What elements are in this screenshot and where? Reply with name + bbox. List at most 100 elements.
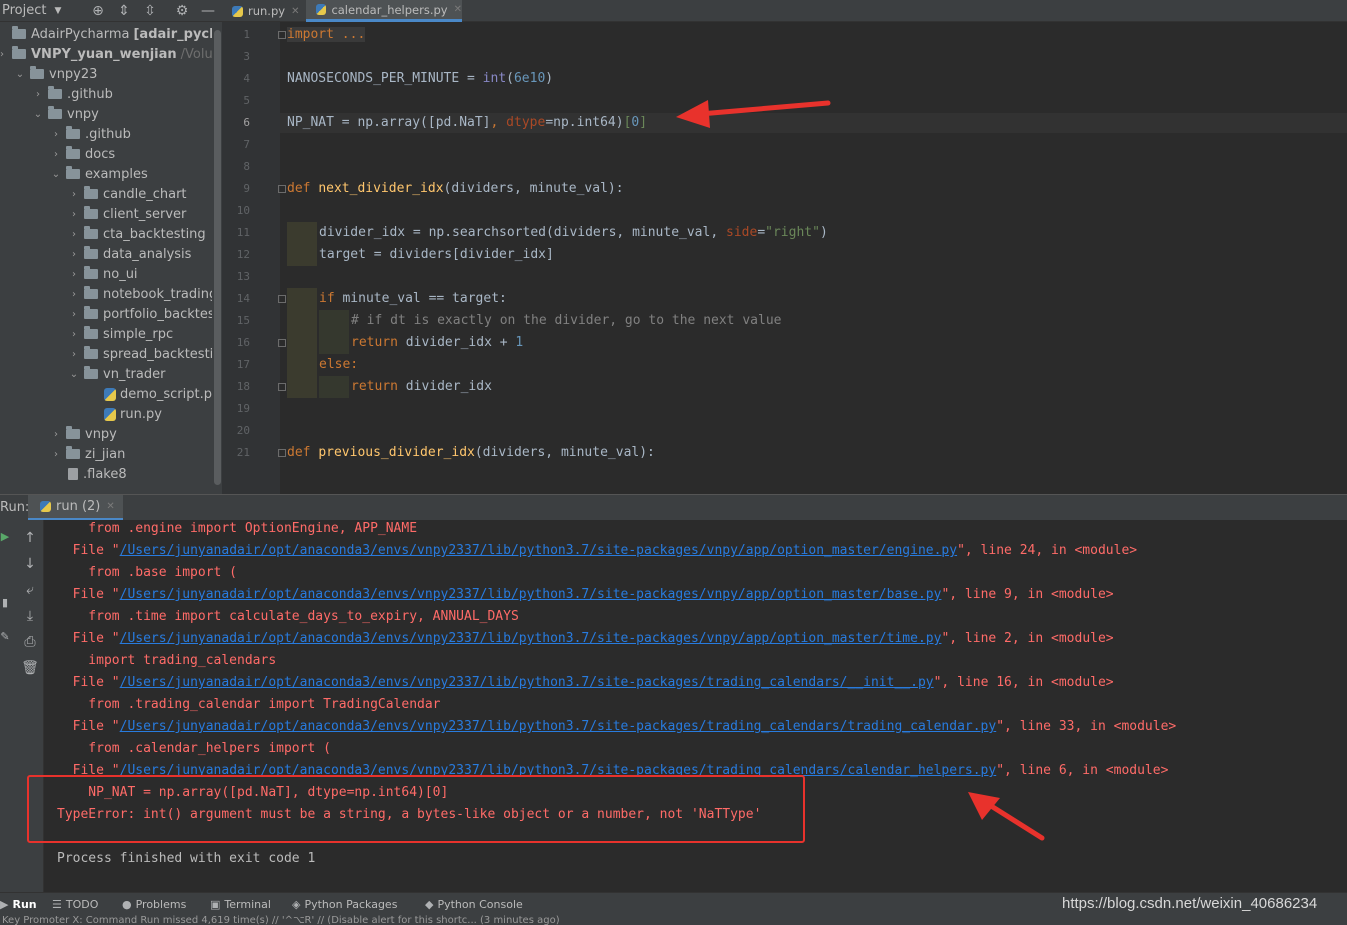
tree-item[interactable]: › .github bbox=[32, 84, 113, 104]
gear-icon[interactable]: ⚙ bbox=[173, 2, 191, 20]
tree-item[interactable]: › simple_rpc bbox=[68, 324, 173, 344]
tree-item[interactable]: › data_analysis bbox=[68, 244, 191, 264]
tab-run-2[interactable]: run (2) ✕ bbox=[28, 495, 123, 521]
tool-tab-todo[interactable]: ☰ TODO bbox=[52, 893, 98, 915]
chevron-right-icon[interactable]: › bbox=[68, 189, 80, 200]
print-icon[interactable]: ⎙ bbox=[20, 632, 40, 652]
tree-item[interactable]: › client_server bbox=[68, 204, 186, 224]
chevron-right-icon[interactable]: › bbox=[68, 209, 80, 220]
tree-item[interactable]: › candle_chart bbox=[68, 184, 187, 204]
chevron-right-icon[interactable]: › bbox=[50, 149, 62, 160]
project-title[interactable]: Project bbox=[2, 3, 46, 18]
tree-item[interactable]: › docs bbox=[50, 144, 115, 164]
file-path-link[interactable]: /Users/junyanadair/opt/anaconda3/envs/vn… bbox=[120, 719, 997, 734]
chevron-right-icon[interactable]: › bbox=[68, 349, 80, 360]
collapsed-imports[interactable]: import ... bbox=[287, 27, 366, 42]
tab-run-py[interactable]: run.py ✕ bbox=[222, 0, 304, 22]
run-icon: ▶ bbox=[0, 897, 9, 911]
pin-icon[interactable]: ✎ bbox=[0, 630, 10, 644]
tool-tab-python-console[interactable]: ◆ Python Console bbox=[425, 893, 523, 915]
code-line-12[interactable]: target = dividers[divider_idx] bbox=[319, 247, 554, 262]
pause-icon[interactable]: ▮ bbox=[0, 596, 10, 610]
chevron-right-icon[interactable]: › bbox=[0, 49, 8, 60]
collapse-all-icon[interactable]: ⇳ bbox=[141, 2, 159, 20]
chevron-right-icon[interactable]: › bbox=[68, 269, 80, 280]
tree-item[interactable]: run.py bbox=[86, 404, 162, 424]
tree-item[interactable]: ⌄ vn_trader bbox=[68, 364, 165, 384]
chevron-down-icon[interactable]: ⌄ bbox=[68, 369, 80, 380]
code-line-16[interactable]: return divider_idx + 1 bbox=[351, 335, 523, 350]
close-icon[interactable]: ✕ bbox=[106, 501, 114, 512]
tree-item[interactable]: AdairPycharma [adair_pycha bbox=[0, 24, 222, 44]
fold-marker-icon[interactable] bbox=[278, 339, 286, 347]
close-icon[interactable]: ✕ bbox=[454, 4, 462, 15]
fold-marker-icon[interactable] bbox=[278, 449, 286, 457]
fold-marker-icon[interactable] bbox=[278, 31, 286, 39]
chevron-right-icon[interactable]: › bbox=[68, 289, 80, 300]
chevron-down-icon[interactable]: ▼ bbox=[54, 6, 61, 16]
code-line-17[interactable]: else: bbox=[319, 357, 358, 372]
rerun-icon[interactable]: ▶ bbox=[0, 530, 10, 544]
chevron-down-icon[interactable]: ⌄ bbox=[32, 109, 44, 120]
code-line-1[interactable]: import ... bbox=[287, 27, 366, 42]
fold-marker-icon[interactable] bbox=[278, 383, 286, 391]
crosshair-icon[interactable]: ⊕ bbox=[89, 2, 107, 20]
project-scrollbar[interactable] bbox=[212, 22, 222, 494]
tool-tab-python-packages[interactable]: ◈ Python Packages bbox=[292, 893, 397, 915]
chevron-right-icon[interactable]: › bbox=[68, 309, 80, 320]
tool-tab-run[interactable]: ▶ Run bbox=[0, 893, 37, 915]
scroll-up-icon[interactable]: ↑ bbox=[20, 528, 40, 548]
tool-tab-terminal[interactable]: ▣ Terminal bbox=[210, 893, 271, 915]
folder-icon bbox=[66, 146, 80, 159]
file-path-link[interactable]: /Users/junyanadair/opt/anaconda3/envs/vn… bbox=[120, 631, 942, 646]
code-line-11[interactable]: divider_idx = np.searchsorted(dividers, … bbox=[319, 225, 828, 240]
code-line-4[interactable]: NANOSECONDS_PER_MINUTE = int(6e10) bbox=[287, 71, 553, 86]
expand-all-icon[interactable]: ⇕ bbox=[115, 2, 133, 20]
code-line-9[interactable]: def next_divider_idx(dividers, minute_va… bbox=[287, 181, 624, 196]
tree-item[interactable]: ⌄ vnpy23 bbox=[14, 64, 97, 84]
chevron-right-icon[interactable]: › bbox=[68, 249, 80, 260]
file-path-link[interactable]: /Users/junyanadair/opt/anaconda3/envs/vn… bbox=[120, 543, 957, 558]
tree-item[interactable]: › zi_jian bbox=[50, 444, 125, 464]
fold-marker-icon[interactable] bbox=[278, 295, 286, 303]
tree-item[interactable]: .flake8 bbox=[50, 464, 127, 484]
chevron-right-icon[interactable]: › bbox=[50, 429, 62, 440]
code-line-14[interactable]: if minute_val == target: bbox=[319, 291, 507, 306]
code-line-6[interactable]: NP_NAT = np.array([pd.NaT], dtype=np.int… bbox=[287, 115, 647, 130]
run-tab-label: run (2) bbox=[56, 499, 101, 514]
tree-item[interactable]: ⌄ examples bbox=[50, 164, 148, 184]
close-icon[interactable]: ✕ bbox=[291, 6, 299, 17]
tree-item[interactable]: › cta_backtesting bbox=[68, 224, 206, 244]
minimize-icon[interactable]: — bbox=[199, 2, 217, 20]
file-path-link[interactable]: /Users/junyanadair/opt/anaconda3/envs/vn… bbox=[120, 675, 934, 690]
tree-item[interactable]: › vnpy bbox=[50, 424, 117, 444]
scroll-down-icon[interactable]: ↓ bbox=[20, 554, 40, 574]
tree-item[interactable]: › .github bbox=[50, 124, 131, 144]
tree-item[interactable]: demo_script.p bbox=[86, 384, 212, 404]
tree-item[interactable]: › spread_backtesti bbox=[68, 344, 213, 364]
scroll-to-end-icon[interactable]: ⤓ bbox=[20, 606, 40, 626]
code-line-15[interactable]: # if dt is exactly on the divider, go to… bbox=[351, 313, 781, 328]
file-path-link[interactable]: /Users/junyanadair/opt/anaconda3/envs/vn… bbox=[120, 587, 942, 602]
chevron-down-icon[interactable]: ⌄ bbox=[50, 169, 62, 180]
trash-icon[interactable]: 🗑 bbox=[20, 658, 40, 678]
tool-tab-problems[interactable]: ● Problems bbox=[122, 893, 186, 915]
python-file-icon bbox=[104, 387, 116, 401]
fold-marker-icon[interactable] bbox=[278, 185, 286, 193]
tree-item[interactable]: › VNPY_yuan_wenjian /Volun bbox=[0, 44, 221, 64]
tree-item[interactable]: › portfolio_backtes bbox=[68, 304, 215, 324]
file-icon bbox=[68, 468, 78, 480]
tree-item[interactable]: ⌄ vnpy bbox=[32, 104, 99, 124]
chevron-right-icon[interactable]: › bbox=[68, 329, 80, 340]
tree-item[interactable]: › notebook_trading bbox=[68, 284, 217, 304]
code-line-18[interactable]: return divider_idx bbox=[351, 379, 492, 394]
chevron-right-icon[interactable]: › bbox=[32, 89, 44, 100]
chevron-right-icon[interactable]: › bbox=[50, 129, 62, 140]
chevron-right-icon[interactable]: › bbox=[68, 229, 80, 240]
chevron-right-icon[interactable]: › bbox=[50, 449, 62, 460]
code-line-21[interactable]: def previous_divider_idx(dividers, minut… bbox=[287, 445, 655, 460]
chevron-down-icon[interactable]: ⌄ bbox=[14, 69, 26, 80]
soft-wrap-icon[interactable]: ⤶ bbox=[20, 580, 40, 600]
tree-item[interactable]: › no_ui bbox=[68, 264, 138, 284]
tab-calendar-helpers[interactable]: calendar_helpers.py ✕ bbox=[306, 0, 462, 22]
